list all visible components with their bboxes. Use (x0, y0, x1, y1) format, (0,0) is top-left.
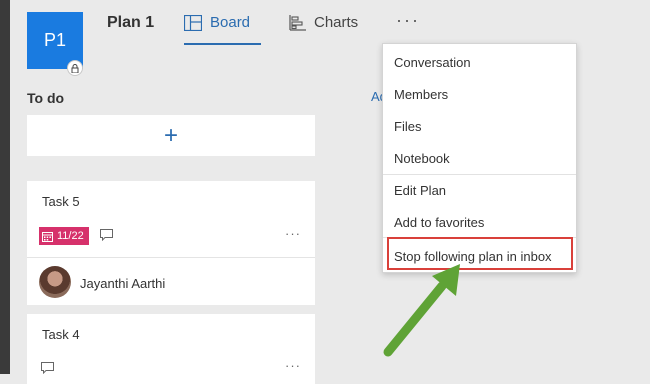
task-title: Task 4 (42, 327, 80, 342)
tab-charts[interactable]: Charts (289, 14, 358, 44)
task-title: Task 5 (42, 194, 80, 209)
menu-separator (383, 174, 576, 175)
tab-charts-label: Charts (314, 14, 359, 31)
card-more-button[interactable]: ··· (285, 226, 301, 241)
menu-item-notebook[interactable]: Notebook (394, 151, 450, 166)
due-date: 11/22 (57, 230, 84, 242)
plan-initials: P1 (43, 30, 67, 50)
board-icon (184, 15, 202, 31)
lock-icon (67, 60, 83, 76)
bucket-title: To do (27, 90, 65, 106)
plus-icon: + (163, 121, 178, 149)
card-divider (27, 257, 315, 258)
more-options-button[interactable]: ··· (396, 10, 420, 31)
comment-icon (100, 229, 113, 241)
charts-icon (289, 15, 306, 31)
assignee-name: Jayanthi Aarthi (80, 276, 166, 291)
add-task-button[interactable]: + (27, 115, 315, 156)
planner-app: P1 Plan 1 Board Charts ··· To do + Ad Ta… (10, 0, 650, 384)
menu-item-edit-plan[interactable]: Edit Plan (394, 183, 446, 198)
menu-item-members[interactable]: Members (394, 87, 448, 102)
plan-title: Plan 1 (107, 14, 155, 31)
comment-icon (41, 362, 54, 374)
due-date-badge: 11/22 (39, 227, 89, 245)
pointer-arrow-icon (383, 264, 460, 357)
active-tab-indicator (184, 43, 261, 45)
calendar-icon (42, 231, 53, 242)
menu-item-files[interactable]: Files (394, 119, 421, 134)
menu-item-conversation[interactable]: Conversation (394, 55, 471, 70)
tab-board-label: Board (210, 14, 251, 31)
task-card[interactable]: Task 5 11/22 ··· Jayanthi Aarthi (27, 181, 315, 305)
card-more-button[interactable]: ··· (285, 358, 301, 373)
tab-board[interactable]: Board (184, 14, 250, 44)
left-rail (0, 0, 10, 374)
menu-item-add-to-favorites[interactable]: Add to favorites (394, 215, 484, 230)
avatar[interactable] (39, 266, 71, 298)
